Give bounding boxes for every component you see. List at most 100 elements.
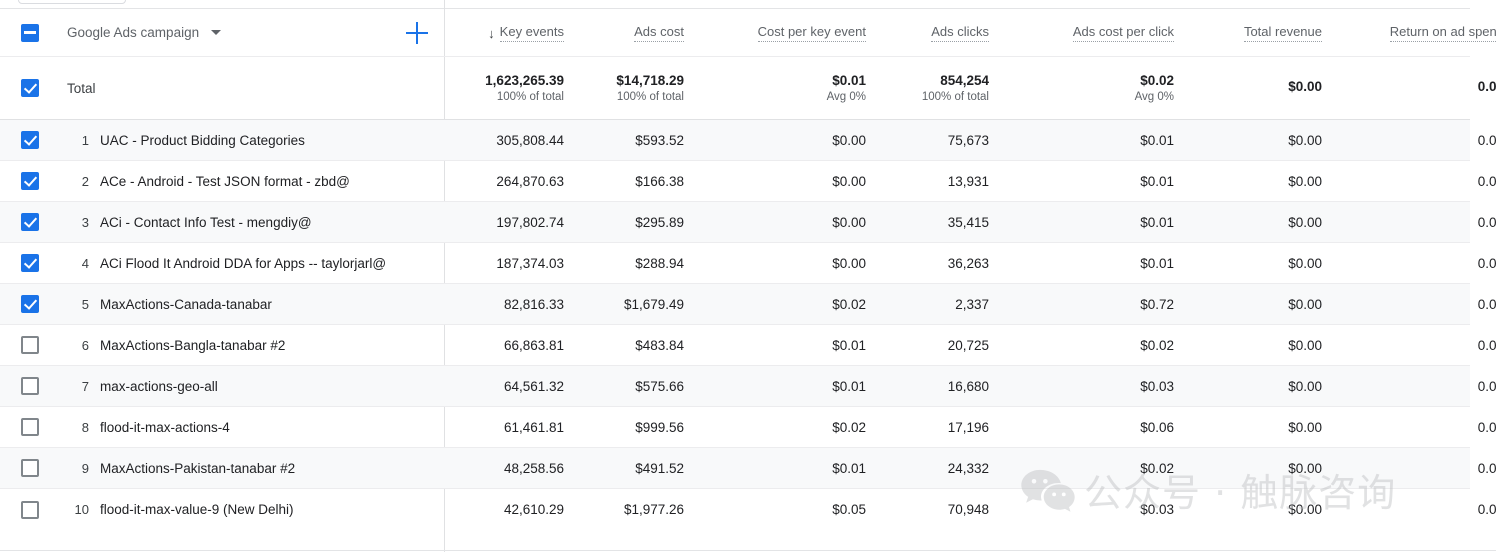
cell-total_revenue: $0.00 xyxy=(1196,161,1344,201)
cell-value: $0.02 xyxy=(832,296,866,312)
column-header-label[interactable]: Ads cost xyxy=(634,24,684,42)
cell-value: $295.89 xyxy=(635,214,684,230)
row-dimension-label[interactable]: MaxActions-Canada-tanabar xyxy=(100,297,272,312)
row-checkbox-wrap[interactable] xyxy=(21,377,67,395)
cell-value: 0.00 xyxy=(1477,132,1496,148)
row-checkbox[interactable] xyxy=(21,213,39,231)
row-checkbox[interactable] xyxy=(21,336,39,354)
cell-cost_per_key_event: $0.00 xyxy=(706,161,888,201)
total-subtext: Avg 0% xyxy=(1134,91,1174,103)
row-checkbox-wrap[interactable] xyxy=(21,500,67,519)
row-checkbox-wrap[interactable] xyxy=(21,254,67,272)
row-index: 4 xyxy=(81,255,89,271)
cell-value: $0.01 xyxy=(1140,132,1174,148)
cell-value: $0.00 xyxy=(1288,419,1322,435)
table-row[interactable]: 3 ACi - Contact Info Test - mengdiy@ 197,8… xyxy=(0,202,1496,243)
row-checkbox-wrap[interactable] xyxy=(21,131,67,149)
row-checkbox[interactable] xyxy=(21,131,39,149)
total-row-checkbox[interactable] xyxy=(21,79,39,97)
cell-value: $0.01 xyxy=(1140,214,1174,230)
row-dimension-label[interactable]: max-actions-geo-all xyxy=(100,379,218,394)
total-checkbox-wrap[interactable] xyxy=(21,79,67,97)
column-header-label[interactable]: Cost per key event xyxy=(757,24,866,42)
table-row[interactable]: 6 MaxActions-Bangla-tanabar #2 66,863.81 $4… xyxy=(0,325,1496,366)
total-subtext: 100% of total xyxy=(496,91,564,103)
cell-value: 48,258.56 xyxy=(503,460,564,476)
cell-value: $0.00 xyxy=(832,173,866,189)
row-dimension-label[interactable]: ACe - Android - Test JSON format - zbd@ xyxy=(100,174,350,189)
total-value: 854,254 xyxy=(940,73,989,88)
column-header-key-events[interactable]: ↓ Key events xyxy=(444,9,586,56)
column-header-label[interactable]: Key events xyxy=(499,24,564,42)
cell-value: $1,679.49 xyxy=(623,296,684,312)
table-row[interactable]: 4 ACi Flood It Android DDA for Apps -- ta… xyxy=(0,243,1496,284)
row-dimension-label[interactable]: UAC - Product Bidding Categories xyxy=(100,133,305,148)
dimension-picker[interactable]: Google Ads campaign xyxy=(67,25,222,40)
row-dimension-label[interactable]: flood-it-max-actions-4 xyxy=(100,420,230,435)
row-index: 3 xyxy=(81,214,89,230)
total-cell-ads-clicks: 854,254 100% of total xyxy=(888,57,1011,119)
top-clipped-chip[interactable] xyxy=(18,0,126,4)
column-header-label[interactable]: Return on ad spend xyxy=(1389,24,1496,42)
row-dimension-label[interactable]: MaxActions-Bangla-tanabar #2 xyxy=(100,338,285,353)
row-dimension-label[interactable]: MaxActions-Pakistan-tanabar #2 xyxy=(100,461,295,476)
total-value: $0.02 xyxy=(1140,73,1174,88)
table-row[interactable]: 9 MaxActions-Pakistan-tanabar #2 48,258.56… xyxy=(0,448,1496,489)
cell-ads_clicks: 20,725 xyxy=(888,325,1011,365)
table-total-row: Total 1,623,265.39 100% of total $14,718… xyxy=(0,57,1496,120)
column-header-ads-clicks[interactable]: Ads clicks xyxy=(888,9,1011,56)
column-header-ads-cost-per-click[interactable]: Ads cost per click xyxy=(1011,9,1196,56)
table-row[interactable]: 8 flood-it-max-actions-4 61,461.81 $999.56 $… xyxy=(0,407,1496,448)
cell-value: $0.01 xyxy=(1140,255,1174,271)
row-checkbox-wrap[interactable] xyxy=(21,336,67,354)
row-checkbox[interactable] xyxy=(21,459,39,477)
table-row[interactable]: 1 UAC - Product Bidding Categories 305,808… xyxy=(0,120,1496,161)
row-dimension-cell: 3 ACi - Contact Info Test - mengdiy@ xyxy=(0,202,444,242)
cell-ads_cost_per_click: $0.03 xyxy=(1011,366,1196,406)
table-row[interactable]: 7 max-actions-geo-all 64,561.32 $575.66 $0.0… xyxy=(0,366,1496,407)
row-checkbox[interactable] xyxy=(21,500,39,519)
row-dimension-label[interactable]: ACi Flood It Android DDA for Apps -- tay… xyxy=(100,256,386,271)
column-header-label[interactable]: Ads cost per click xyxy=(1072,24,1174,42)
cell-value: 36,263 xyxy=(947,255,989,271)
cell-value: 187,374.03 xyxy=(496,255,564,271)
column-header-label[interactable]: Total revenue xyxy=(1243,24,1322,42)
row-checkbox[interactable] xyxy=(21,377,39,395)
cell-value: $0.00 xyxy=(832,132,866,148)
cell-value: 0.00 xyxy=(1477,460,1496,476)
select-all-checkbox-wrap[interactable] xyxy=(21,23,67,42)
row-dimension-label[interactable]: flood-it-max-value-9 (New Delhi) xyxy=(100,502,294,517)
table-row[interactable]: 5 MaxActions-Canada-tanabar 82,816.33 $1,67… xyxy=(0,284,1496,325)
select-all-checkbox[interactable] xyxy=(21,23,39,42)
table-row[interactable]: 2 ACe - Android - Test JSON format - zbd@… xyxy=(0,161,1496,202)
row-metrics: 187,374.03 $288.94 $0.00 36,263 $0.01 $0.00 0.… xyxy=(444,243,1496,283)
cell-total_revenue: $0.00 xyxy=(1196,325,1344,365)
column-header-label[interactable]: Ads clicks xyxy=(931,24,989,42)
add-dimension-button[interactable] xyxy=(406,21,428,44)
column-header-ads-cost[interactable]: Ads cost xyxy=(586,9,706,56)
row-dimension-label[interactable]: ACi - Contact Info Test - mengdiy@ xyxy=(100,215,312,230)
row-checkbox[interactable] xyxy=(21,254,39,272)
row-checkbox-wrap[interactable] xyxy=(21,418,67,436)
cell-cost_per_key_event: $0.02 xyxy=(706,284,888,324)
cell-value: $0.00 xyxy=(1288,214,1322,230)
column-header-total-revenue[interactable]: Total revenue xyxy=(1196,9,1344,56)
cell-value: 0.00 xyxy=(1477,296,1496,312)
row-checkbox[interactable] xyxy=(21,295,39,313)
row-checkbox-wrap[interactable] xyxy=(21,172,67,190)
cell-value: 0.00 xyxy=(1477,255,1496,271)
cell-value: $0.00 xyxy=(1288,255,1322,271)
cell-value: $0.01 xyxy=(832,337,866,353)
row-checkbox-wrap[interactable] xyxy=(21,459,67,477)
sort-descending-icon[interactable]: ↓ xyxy=(488,26,495,41)
column-header-cost-per-key-event[interactable]: Cost per key event xyxy=(706,9,888,56)
column-header-return-on-ad-spend[interactable]: Return on ad spend xyxy=(1344,9,1496,56)
row-checkbox-wrap[interactable] xyxy=(21,295,67,313)
table-row[interactable]: 10 flood-it-max-value-9 (New Delhi) 42,610… xyxy=(0,489,1496,530)
cell-value: 0.00 xyxy=(1477,419,1496,435)
row-checkbox-wrap[interactable] xyxy=(21,213,67,231)
row-checkbox[interactable] xyxy=(21,172,39,190)
row-checkbox[interactable] xyxy=(21,418,39,436)
cell-total_revenue: $0.00 xyxy=(1196,202,1344,242)
row-index: 6 xyxy=(81,337,89,353)
